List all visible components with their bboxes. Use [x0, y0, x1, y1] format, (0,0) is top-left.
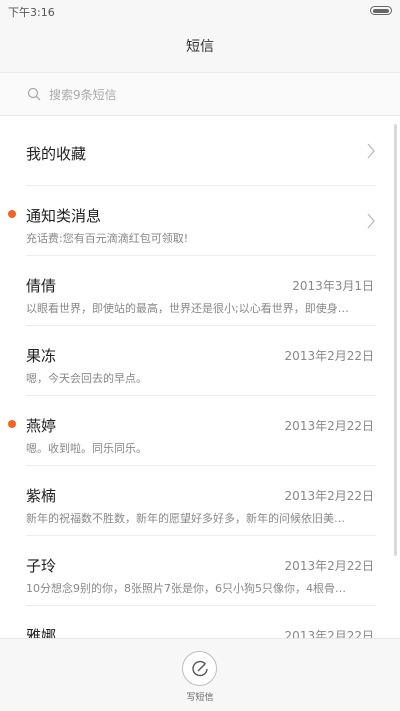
- thread-name: 雅娜: [26, 627, 57, 638]
- thread-name: 通知类消息: [26, 207, 102, 225]
- status-time: 下午3:16: [8, 6, 55, 19]
- thread-row[interactable]: 倩倩 2013年3月1日 以眼看世界，即使站的最高，世界还是很小;以心看世界，即…: [26, 256, 376, 326]
- thread-notifications[interactable]: 通知类消息 充话费:您有百元滴滴红包可领取!: [8, 186, 376, 256]
- thread-preview: 新年的祝福数不胜数，新年的愿望好多好多，新年的问候依旧美…: [26, 512, 345, 525]
- thread-row[interactable]: 燕婷 2013年2月22日 嗯。收到啦。同乐同乐。: [8, 396, 376, 466]
- title-bar: 短信: [0, 22, 400, 72]
- thread-preview: 嗯。收到啦。同乐同乐。: [26, 442, 147, 455]
- page-title: 短信: [186, 39, 214, 55]
- compose-icon: [192, 660, 208, 677]
- thread-name: 倩倩: [26, 277, 57, 295]
- thread-date: 2013年3月1日: [292, 279, 374, 293]
- thread-row[interactable]: 子玲 2013年2月22日 10分想念9别的你，8张照片7张是你，6只小狗5只像…: [26, 536, 376, 606]
- compose-button[interactable]: [182, 651, 217, 686]
- thread-row[interactable]: 果冻 2013年2月22日 嗯，今天会回去的早点。: [26, 326, 376, 396]
- thread-row[interactable]: 雅娜 2013年2月22日: [26, 606, 376, 638]
- thread-date: 2013年2月22日: [284, 349, 374, 363]
- thread-list: 我的收藏 通知类消息 充话费:您有百元滴滴红包可领取! 倩倩 2013年3月1日…: [0, 116, 400, 638]
- search-bar[interactable]: 搜索9条短信: [0, 72, 400, 116]
- battery-icon: [370, 6, 392, 15]
- thread-preview: 以眼看世界，即使站的最高，世界还是很小;以心看世界，即使身…: [26, 302, 349, 315]
- thread-date: 2013年2月22日: [284, 419, 374, 433]
- scrollbar[interactable]: [394, 124, 397, 556]
- favorites-label: 我的收藏: [26, 145, 87, 163]
- search-icon: [27, 87, 41, 101]
- thread-name: 燕婷: [26, 417, 57, 435]
- thread-preview: 10分想念9别的你，8张照片7张是你，6只小狗5只像你，4根骨…: [26, 582, 346, 595]
- favorites-item[interactable]: 我的收藏: [26, 116, 376, 186]
- thread-name: 子玲: [26, 557, 57, 575]
- chevron-right-icon: [367, 143, 375, 159]
- chevron-right-icon: [367, 213, 375, 229]
- compose-label: 写短信: [186, 693, 214, 703]
- thread-date: 2013年2月22日: [284, 559, 374, 573]
- thread-name: 紫楠: [26, 487, 57, 505]
- search-input[interactable]: 搜索9条短信: [49, 86, 117, 103]
- status-bar: 下午3:16: [0, 0, 400, 22]
- thread-preview: 嗯，今天会回去的早点。: [26, 372, 147, 385]
- unread-dot: [8, 420, 16, 428]
- thread-date: 2013年2月22日: [284, 489, 374, 503]
- thread-preview: 充话费:您有百元滴滴红包可领取!: [26, 232, 189, 245]
- unread-dot: [8, 210, 16, 218]
- thread-date: 2013年2月22日: [284, 629, 374, 638]
- thread-row[interactable]: 紫楠 2013年2月22日 新年的祝福数不胜数，新年的愿望好多好多，新年的问候依…: [26, 466, 376, 536]
- bottom-bar: 写短信: [0, 638, 400, 711]
- thread-name: 果冻: [26, 347, 57, 365]
